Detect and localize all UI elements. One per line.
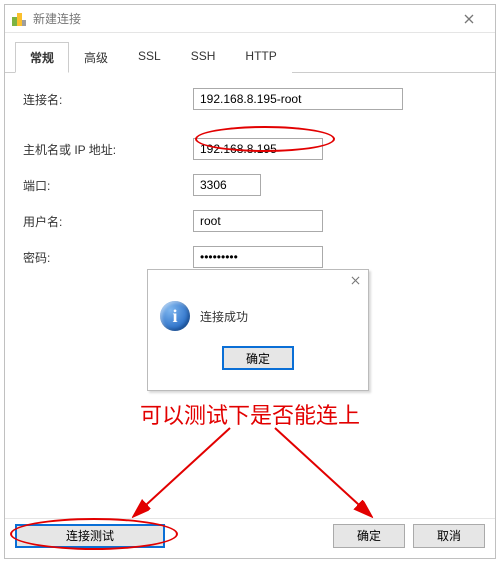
dialog-footer: 连接测试 确定 取消 xyxy=(5,518,495,552)
input-port[interactable] xyxy=(193,174,261,196)
test-connection-button[interactable]: 连接测试 xyxy=(15,524,165,548)
annotation-text: 可以测试下是否能连上 xyxy=(0,398,500,430)
label-connection-name: 连接名: xyxy=(23,91,193,108)
app-icon xyxy=(11,11,27,27)
window-close-button[interactable] xyxy=(449,6,489,32)
message-close-button[interactable] xyxy=(351,274,360,288)
info-icon: i xyxy=(160,301,190,331)
input-password[interactable] xyxy=(193,246,323,268)
tab-ssh[interactable]: SSH xyxy=(176,42,231,73)
message-ok-button[interactable]: 确定 xyxy=(222,346,294,370)
label-password: 密码: xyxy=(23,249,193,266)
titlebar: 新建连接 xyxy=(5,5,495,33)
tab-general[interactable]: 常规 xyxy=(15,42,69,73)
ok-button[interactable]: 确定 xyxy=(333,524,405,548)
tab-http[interactable]: HTTP xyxy=(230,42,291,73)
dialog-window: 新建连接 常规 高级 SSL SSH HTTP 连接名: 主机名或 IP 地址:… xyxy=(4,4,496,559)
message-text: 连接成功 xyxy=(200,308,248,325)
input-host[interactable] xyxy=(193,138,323,160)
label-host: 主机名或 IP 地址: xyxy=(23,141,193,158)
cancel-button[interactable]: 取消 xyxy=(413,524,485,548)
window-title: 新建连接 xyxy=(33,10,81,27)
tab-ssl[interactable]: SSL xyxy=(123,42,176,73)
tab-advanced[interactable]: 高级 xyxy=(69,42,123,73)
tab-bar: 常规 高级 SSL SSH HTTP xyxy=(5,33,495,73)
message-dialog: i 连接成功 确定 xyxy=(147,269,369,391)
label-port: 端口: xyxy=(23,177,193,194)
input-connection-name[interactable] xyxy=(193,88,403,110)
input-user[interactable] xyxy=(193,210,323,232)
label-user: 用户名: xyxy=(23,213,193,230)
